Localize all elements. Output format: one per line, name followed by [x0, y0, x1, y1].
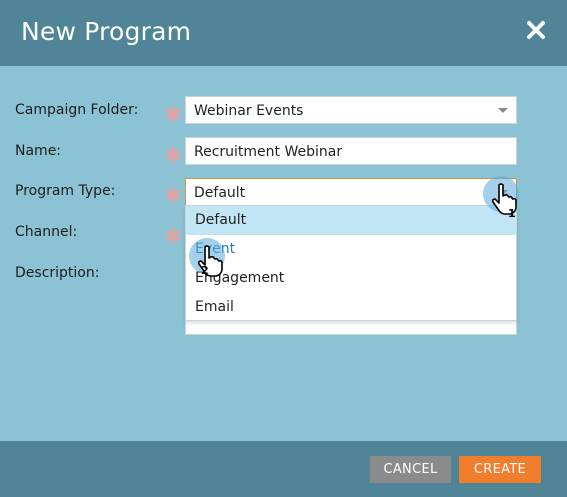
dialog-title: New Program [21, 17, 192, 46]
campaign-folder-select[interactable]: Webinar Events [185, 96, 517, 124]
click-annotation-1: 1 [483, 176, 543, 236]
program-type-label: Program Type: [15, 183, 116, 199]
required-asterisk-icon [164, 186, 182, 204]
new-program-dialog: New Program Campaign Folder: Webinar Eve… [0, 0, 567, 497]
program-type-option-default[interactable]: Default [186, 206, 516, 235]
chevron-down-icon [498, 108, 508, 113]
required-asterisk-icon [164, 146, 182, 164]
campaign-folder-value: Webinar Events [194, 103, 304, 119]
name-value: Recruitment Webinar [194, 144, 343, 160]
click-annotation-2: 2 [189, 238, 249, 298]
campaign-folder-label: Campaign Folder: [15, 102, 139, 118]
required-asterisk-icon [164, 105, 182, 123]
step-number: 2 [201, 264, 209, 277]
step-number: 1 [508, 207, 516, 220]
name-field[interactable]: Recruitment Webinar [185, 137, 517, 165]
dialog-footer: CANCEL CREATE [0, 441, 567, 497]
dialog-header: New Program [0, 0, 567, 66]
cancel-button[interactable]: CANCEL [370, 456, 451, 483]
channel-label: Channel: [15, 224, 78, 240]
program-type-value: Default [194, 185, 246, 201]
create-button[interactable]: CREATE [459, 456, 541, 483]
description-label: Description: [15, 265, 100, 281]
required-asterisk-icon [164, 227, 182, 245]
description-field[interactable] [185, 321, 517, 335]
program-type-select[interactable]: Default [185, 178, 517, 206]
name-label: Name: [15, 143, 62, 159]
close-icon[interactable] [525, 19, 547, 41]
hand-pointer-icon [197, 245, 223, 277]
